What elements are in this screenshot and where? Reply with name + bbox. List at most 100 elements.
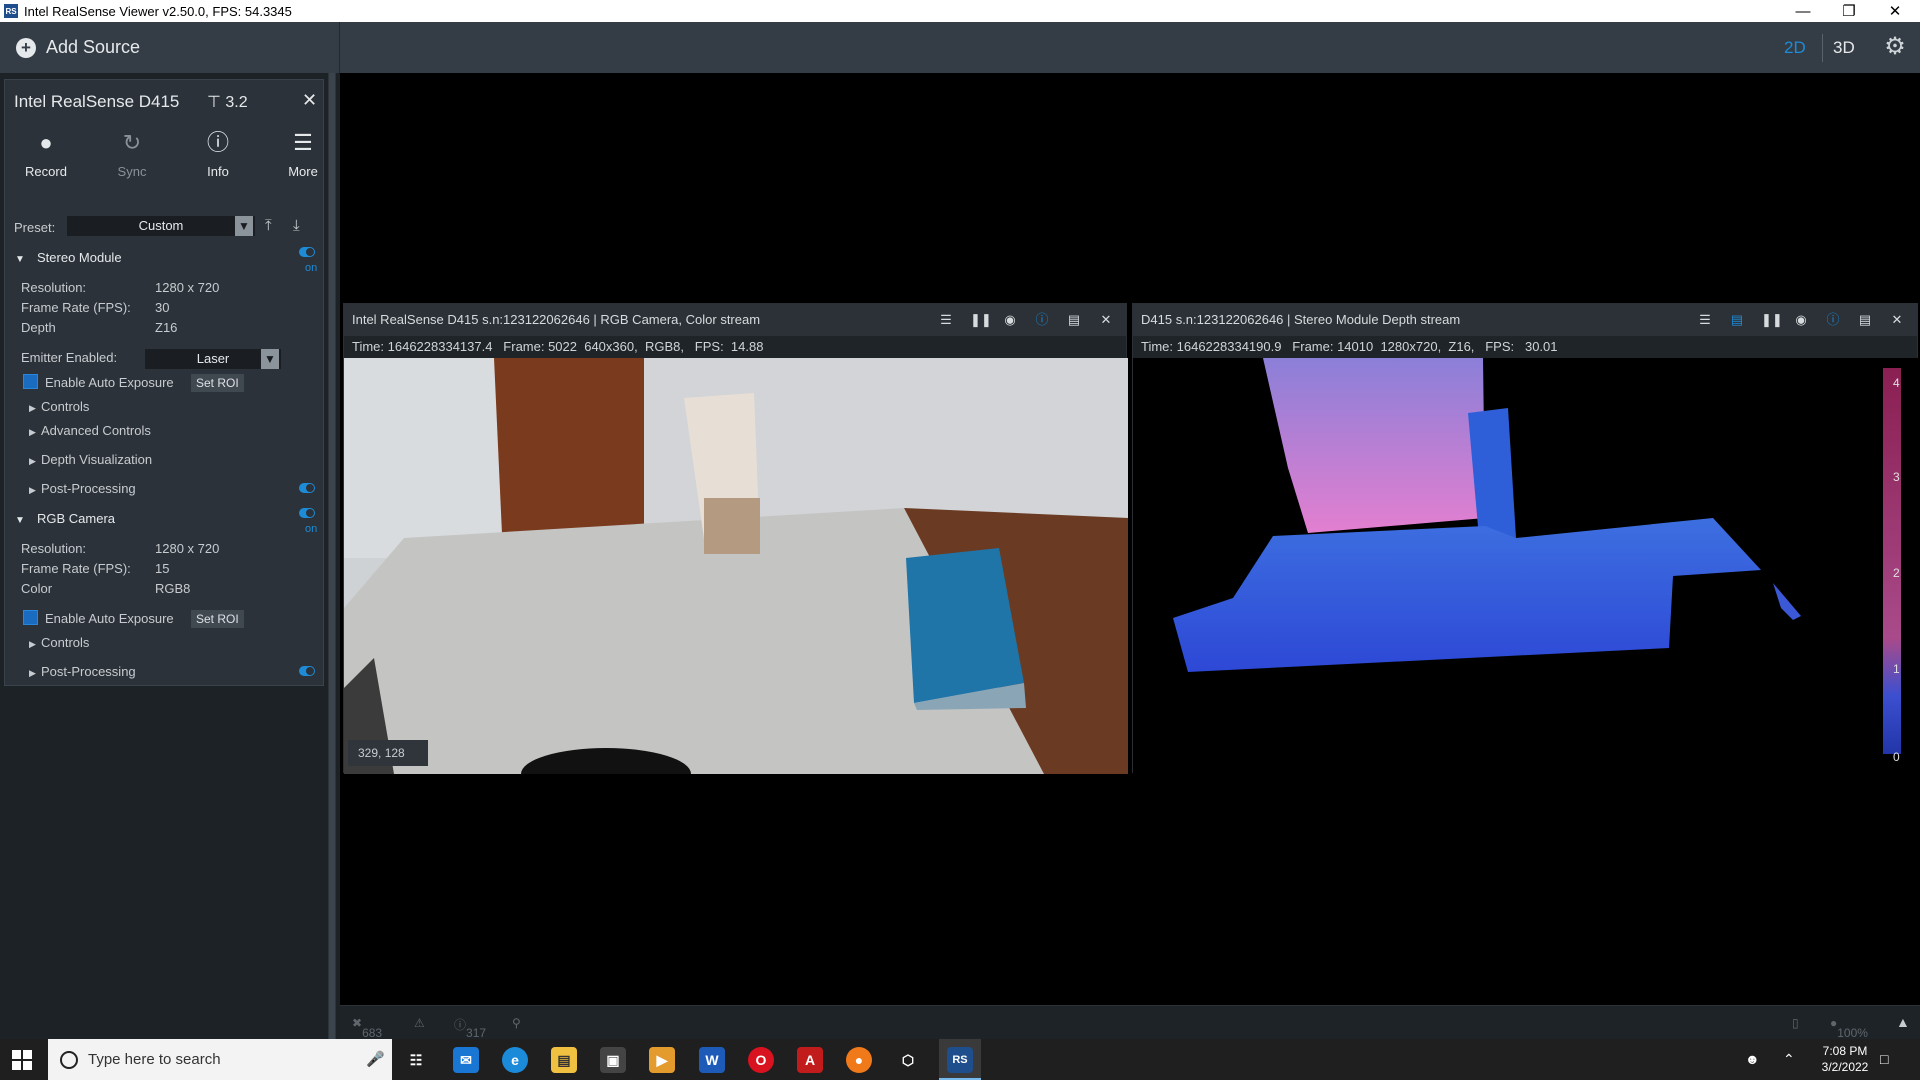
rgb-controls-label: Controls [41, 635, 90, 650]
brightness-indicator: ● 100% [1830, 1016, 1868, 1040]
expanded-arrow-icon: ▼ [15, 254, 25, 265]
preset-dropdown-arrow-icon[interactable]: ▼ [235, 216, 253, 236]
warning-triangle-icon[interactable]: ⚠ [414, 1016, 425, 1030]
collapsed-arrow-icon: ▶ [29, 427, 36, 437]
realsense-app-icon: RS [4, 4, 18, 18]
rgb-auto-exposure-checkbox[interactable] [23, 610, 38, 625]
depth-stream-viewport[interactable]: D415 s.n:123122062646 | Stereo Module De… [1132, 303, 1919, 774]
file-explorer-icon[interactable]: ▤ [551, 1047, 577, 1073]
preset-select[interactable]: Custom [67, 216, 255, 236]
color-stream-viewport[interactable]: Intel RealSense D415 s.n:123122062646 | … [343, 303, 1128, 774]
stereo-depth-value[interactable]: Z16 [155, 320, 177, 335]
sync-button[interactable]: ↻ Sync [102, 130, 162, 179]
info-icon[interactable]: ⓘ [1825, 312, 1841, 328]
info-icon: ⓘ [206, 130, 229, 155]
mail-icon[interactable]: ✉ [453, 1047, 479, 1073]
usb-icon: ⊤ [207, 94, 221, 111]
more-button[interactable]: ☰ More [273, 130, 333, 179]
3d-box-icon[interactable]: ⬡ [895, 1047, 921, 1073]
realsense-taskbar-button[interactable]: RS [939, 1039, 981, 1080]
record-circle-icon: ● [39, 130, 53, 155]
stereo-post-processing-label: Post-Processing [41, 481, 136, 496]
stereo-module-toggle[interactable] [299, 247, 315, 257]
stereo-post-processing-item[interactable]: ▶ Post-Processing [29, 481, 136, 496]
opera-icon[interactable]: O [748, 1047, 774, 1073]
notification-center-icon[interactable]: □ [1880, 1051, 1888, 1067]
rgb-fps-value[interactable]: 15 [155, 561, 169, 576]
color-stream-icons: ☰ ❚❚ ◉ ⓘ ▤ ✕ [344, 304, 1128, 336]
stereo-module-title: Stereo Module [37, 250, 122, 265]
add-source-button[interactable]: + Add Source [0, 22, 340, 73]
advanced-controls-item[interactable]: ▶ Advanced Controls [29, 423, 151, 438]
word-icon[interactable]: W [699, 1047, 725, 1073]
windows-start-icon[interactable] [12, 1050, 32, 1070]
restore-button[interactable]: ❐ [1826, 0, 1872, 22]
stereo-fps-value[interactable]: 30 [155, 300, 169, 315]
search-log-icon[interactable]: ⚲ [512, 1016, 521, 1030]
device-name: Intel RealSense D415 [14, 92, 180, 111]
rgb-controls-item[interactable]: ▶ Controls [29, 635, 89, 650]
stereo-auto-exposure-label: Enable Auto Exposure [45, 375, 174, 390]
rgb-color-value[interactable]: RGB8 [155, 581, 190, 596]
store-icon[interactable]: ▣ [600, 1047, 626, 1073]
sidebar-scrollbar[interactable] [328, 73, 336, 1039]
camera-snapshot-icon[interactable]: ◉ [1002, 312, 1018, 328]
top-toolbar: + Add Source 2D 3D ⚙ [0, 22, 1920, 73]
settings-gear-icon[interactable]: ⚙ [1882, 34, 1908, 60]
taskbar-clock[interactable]: 7:08 PM 3/2/2022 [1815, 1043, 1875, 1075]
people-icon[interactable]: ☻ [1745, 1051, 1760, 1067]
close-window-button[interactable]: ✕ [1872, 0, 1918, 22]
task-view-icon[interactable]: ☷ [403, 1047, 429, 1073]
brightness-value: 100% [1837, 1026, 1868, 1040]
info-count-indicator[interactable]: ⓘ 317 [454, 1016, 486, 1040]
upload-preset-icon[interactable]: ⤒ [265, 217, 272, 234]
list-icon[interactable]: ☰ [938, 312, 954, 328]
rgb-resolution-value[interactable]: 1280 x 720 [155, 541, 219, 556]
stereo-resolution-value[interactable]: 1280 x 720 [155, 280, 219, 295]
stereo-post-processing-toggle[interactable] [299, 483, 315, 493]
edge-browser-icon[interactable]: e [502, 1047, 528, 1073]
download-preset-icon[interactable]: ⤓ [293, 217, 300, 234]
rgb-post-processing-toggle[interactable] [299, 666, 315, 676]
collapse-log-icon[interactable]: ▲ [1896, 1014, 1910, 1030]
taskbar-search-box[interactable]: Type here to search 🎤 [48, 1039, 392, 1080]
camera-snapshot-icon[interactable]: ◉ [1793, 312, 1809, 328]
acrobat-icon[interactable]: A [797, 1047, 823, 1073]
list-icon[interactable]: ☰ [1697, 312, 1713, 328]
rgb-on-label: on [305, 523, 318, 535]
media-player-icon[interactable]: ▶ [649, 1047, 675, 1073]
plus-circle-icon: + [16, 37, 36, 58]
advanced-controls-label: Advanced Controls [41, 423, 151, 438]
rgb-post-processing-item[interactable]: ▶ Post-Processing [29, 664, 136, 679]
remove-device-button[interactable]: ✕ [302, 90, 317, 111]
info-button[interactable]: ⓘ Info [188, 130, 248, 179]
maximize-icon[interactable]: ▤ [1066, 312, 1082, 328]
rgb-set-roi-button[interactable]: Set ROI [191, 610, 244, 628]
firefox-icon[interactable]: ● [846, 1047, 872, 1073]
metrics-chart-icon[interactable]: ▤ [1729, 312, 1745, 328]
maximize-icon[interactable]: ▤ [1857, 312, 1873, 328]
stereo-auto-exposure-checkbox[interactable] [23, 374, 38, 389]
add-source-label: Add Source [46, 37, 141, 57]
pause-icon[interactable]: ❚❚ [1761, 312, 1783, 328]
stereo-module-section[interactable]: ▼ Stereo Module [15, 250, 122, 265]
microphone-icon[interactable]: 🎤 [366, 1039, 385, 1080]
stereo-controls-item[interactable]: ▶ Controls [29, 399, 89, 414]
error-count-indicator[interactable]: ✖ 683 [352, 1016, 382, 1040]
rgb-camera-section[interactable]: ▼ RGB Camera [15, 511, 115, 526]
close-stream-icon[interactable]: ✕ [1889, 312, 1905, 328]
info-icon[interactable]: ⓘ [1034, 312, 1050, 328]
view-3d-button[interactable]: 3D [1833, 22, 1855, 73]
view-2d-button[interactable]: 2D [1784, 22, 1806, 73]
stereo-set-roi-button[interactable]: Set ROI [191, 374, 244, 392]
record-button[interactable]: ● Record [16, 130, 76, 179]
depth-visualization-item[interactable]: ▶ Depth Visualization [29, 452, 152, 467]
show-hidden-icons-chevron-icon[interactable]: ⌃ [1783, 1051, 1795, 1068]
pause-icon[interactable]: ❚❚ [970, 312, 992, 328]
emitter-dropdown-arrow-icon[interactable]: ▼ [261, 349, 279, 369]
sync-label: Sync [117, 164, 147, 179]
rgb-camera-toggle[interactable] [299, 508, 315, 518]
minimize-button[interactable]: — [1780, 0, 1826, 22]
windows-taskbar: Type here to search 🎤 ☷ ✉ e ▤ ▣ ▶ W O A … [0, 1039, 1920, 1080]
close-stream-icon[interactable]: ✕ [1098, 312, 1114, 328]
